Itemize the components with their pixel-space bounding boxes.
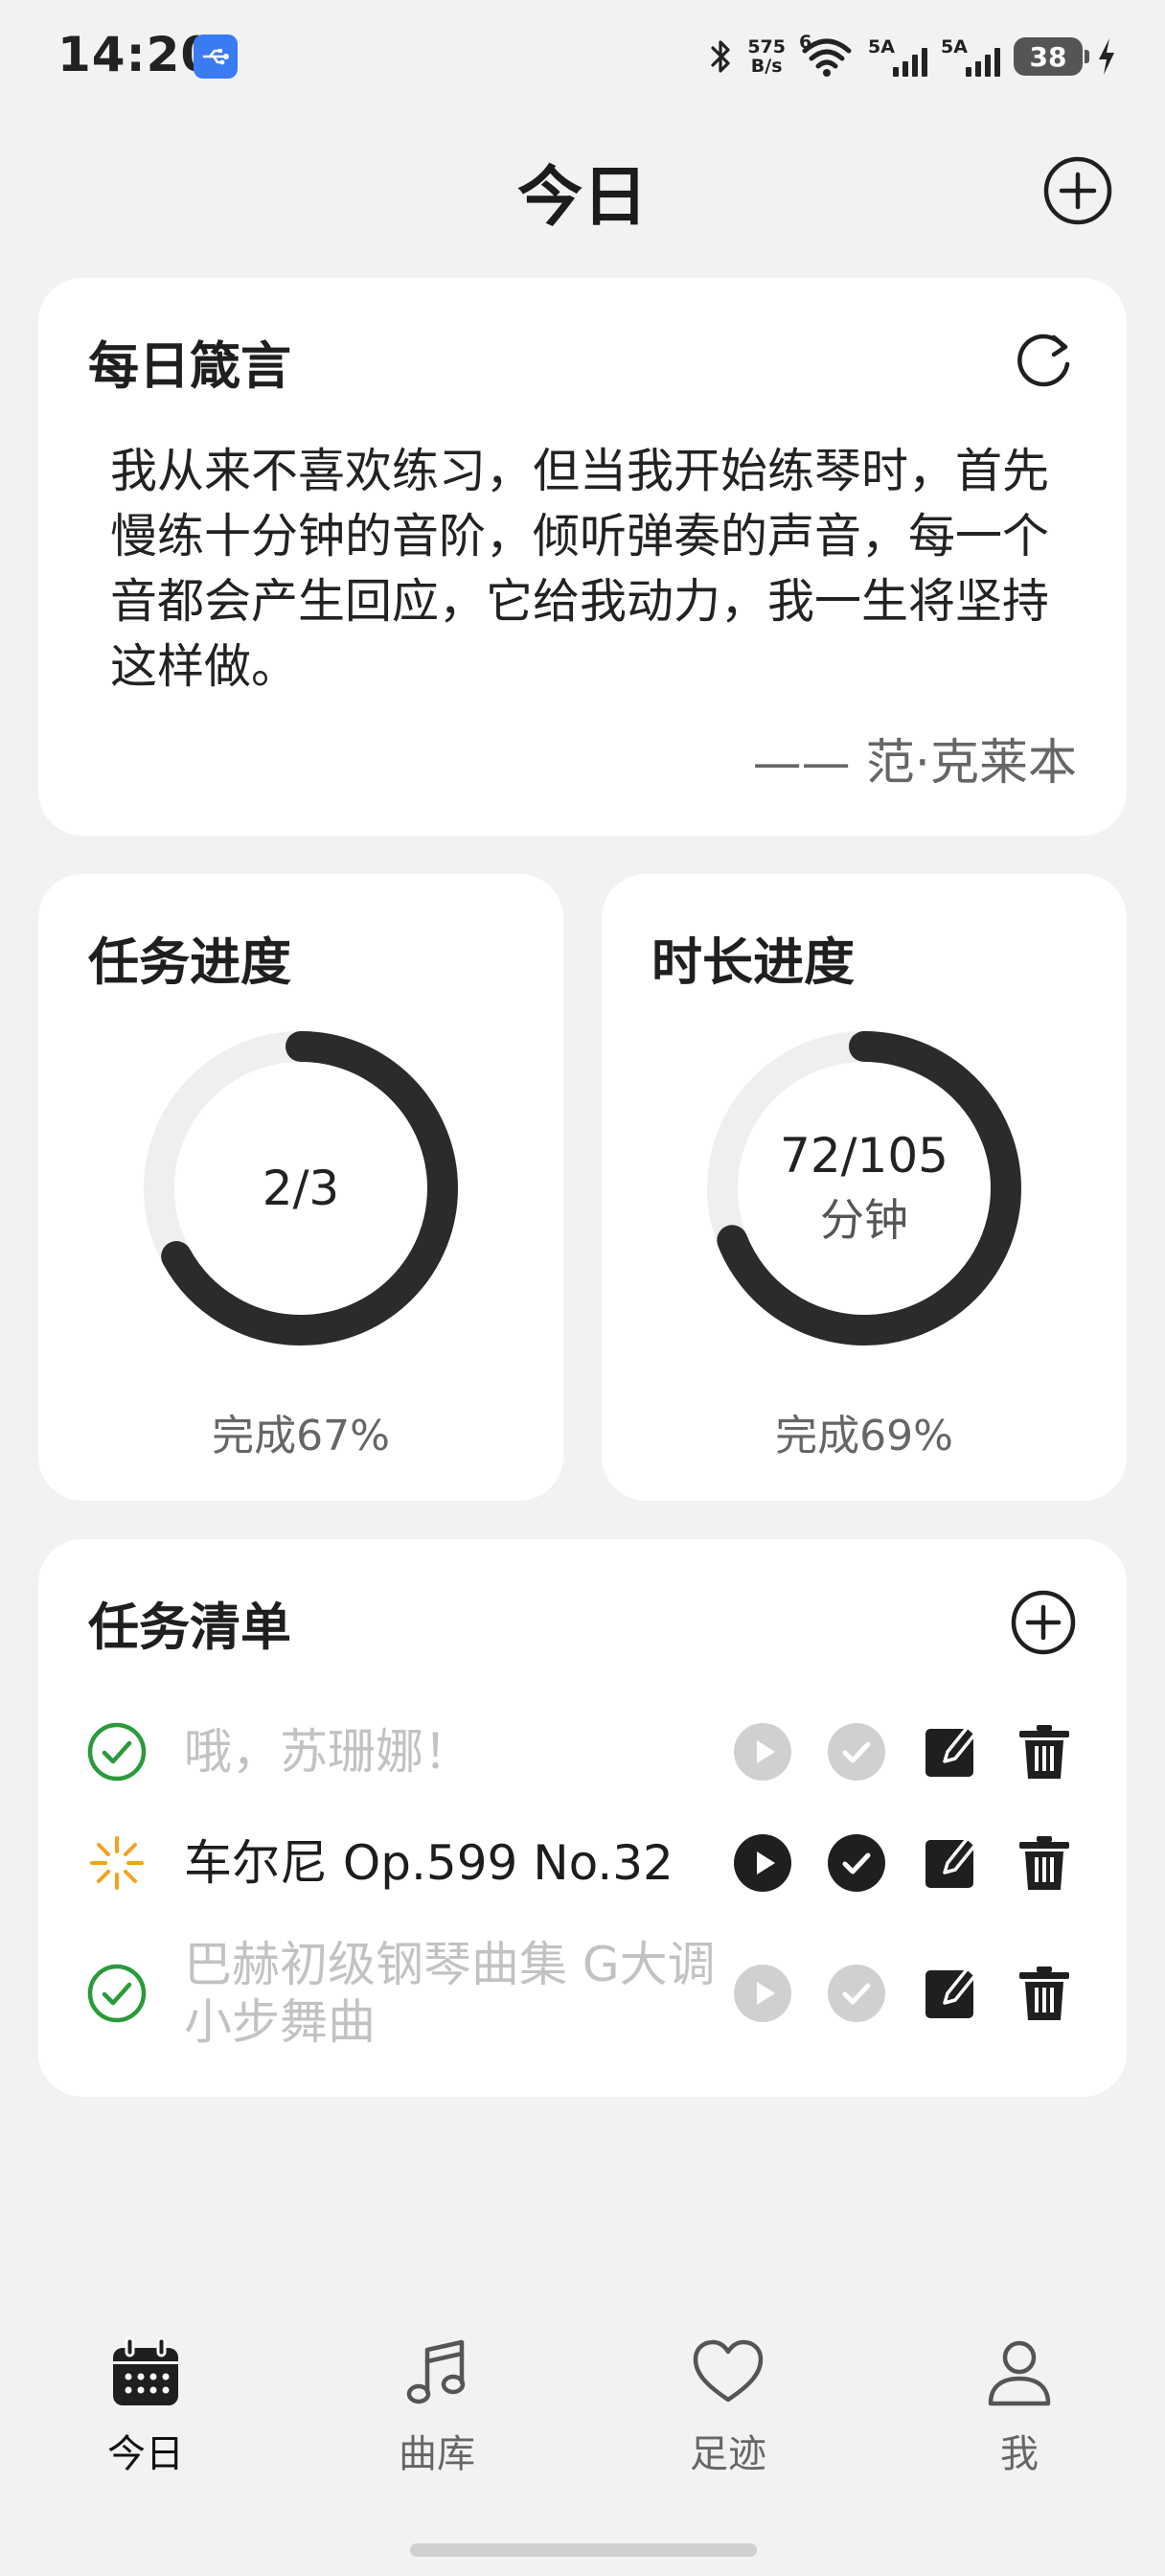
page-title: 今日 bbox=[516, 160, 648, 236]
edit-icon[interactable] bbox=[920, 1721, 981, 1782]
heart-icon bbox=[693, 2339, 764, 2403]
person-icon bbox=[988, 2340, 1051, 2406]
battery-level: 38 bbox=[1029, 40, 1067, 73]
play-icon[interactable] bbox=[732, 1721, 793, 1782]
home-indicator[interactable] bbox=[410, 2543, 757, 2557]
task-row[interactable]: 巴赫初级钢琴曲集 G大调小步舞曲 bbox=[38, 1926, 1127, 2060]
duration-progress-center: 72/105 分钟 bbox=[705, 1029, 1023, 1347]
quote-author: —— 范·克莱本 bbox=[752, 735, 1077, 792]
battery-icon: 38 bbox=[1014, 37, 1089, 76]
net-speed-value: 575 bbox=[747, 36, 786, 58]
task-name: 哦，苏珊娜！ bbox=[184, 1724, 471, 1780]
complete-icon[interactable] bbox=[826, 1721, 887, 1782]
refresh-button[interactable] bbox=[1010, 326, 1079, 395]
nav-label: 曲库 bbox=[399, 2432, 475, 2476]
plus-circle-icon bbox=[1043, 156, 1112, 225]
task-row[interactable]: 车尔尼 Op.599 No.32 bbox=[38, 1815, 1127, 1911]
duration-progress-value: 72/105 bbox=[780, 1128, 948, 1184]
duration-progress-unit: 分钟 bbox=[820, 1194, 908, 1246]
task-name: 巴赫初级钢琴曲集 G大调小步舞曲 bbox=[184, 1937, 716, 2050]
bottom-nav: 今日 曲库 足迹 我 bbox=[0, 2319, 1165, 2492]
nav-label: 我 bbox=[1000, 2432, 1039, 2476]
task-progress-card: 任务进度 2/3 完成67% bbox=[38, 874, 563, 1501]
check-circle-icon bbox=[87, 1722, 147, 1782]
signal-icon: 5A bbox=[941, 36, 1000, 77]
task-progress-value: 2/3 bbox=[262, 1161, 340, 1216]
charging-icon bbox=[1099, 38, 1114, 75]
complete-icon[interactable] bbox=[826, 1963, 887, 2024]
nav-item-library[interactable]: 曲库 bbox=[341, 2336, 533, 2490]
nav-item-footprints[interactable]: 足迹 bbox=[632, 2336, 824, 2490]
add-button[interactable] bbox=[1042, 155, 1113, 226]
status-icons: 575 B/s 6 5A 5A 38 bbox=[709, 32, 1117, 79]
usb-icon bbox=[194, 34, 238, 79]
nav-item-me[interactable]: 我 bbox=[924, 2336, 1115, 2490]
task-name: 车尔尼 Op.599 No.32 bbox=[184, 1835, 674, 1891]
nav-label: 足迹 bbox=[690, 2432, 766, 2476]
nav-label: 今日 bbox=[107, 2432, 184, 2476]
duration-progress-title: 时长进度 bbox=[651, 933, 855, 992]
add-task-button[interactable] bbox=[1010, 1589, 1077, 1656]
daily-quote-card: 每日箴言 我从来不喜欢练习，但当我开始练琴时，首先慢练十分钟的音阶，倾听弹奏的声… bbox=[38, 278, 1127, 836]
wifi-icon: 6 bbox=[799, 32, 855, 78]
play-icon[interactable] bbox=[732, 1832, 793, 1894]
delete-icon[interactable] bbox=[1014, 1832, 1075, 1894]
check-circle-icon bbox=[87, 1964, 147, 2023]
quote-title: 每日箴言 bbox=[88, 337, 291, 396]
status-time: 14:20 bbox=[57, 27, 216, 82]
music-note-icon bbox=[406, 2339, 466, 2404]
edit-icon[interactable] bbox=[920, 1963, 981, 2024]
status-bar: 14:20 575 B/s 6 5A 5A 38 bbox=[0, 0, 1165, 113]
wifi-badge: 6 bbox=[799, 32, 812, 53]
task-progress-title: 任务进度 bbox=[88, 933, 291, 992]
quote-text: 我从来不喜欢练习，但当我开始练琴时，首先慢练十分钟的音阶，倾听弹奏的声音，每一个… bbox=[110, 444, 1050, 694]
task-list-card: 任务清单 哦，苏珊娜！ 车尔尼 Op.599 No.32 巴赫初级钢琴曲集 G大 bbox=[38, 1539, 1127, 2097]
edit-icon[interactable] bbox=[920, 1832, 981, 1894]
plus-circle-icon bbox=[1011, 1590, 1076, 1655]
task-list-title: 任务清单 bbox=[88, 1598, 291, 1657]
delete-icon[interactable] bbox=[1014, 1963, 1075, 2024]
duration-progress-card: 时长进度 72/105 分钟 完成69% bbox=[602, 874, 1127, 1501]
duration-progress-caption: 完成69% bbox=[775, 1412, 953, 1460]
signal-icon: 5A bbox=[868, 36, 927, 77]
play-icon[interactable] bbox=[732, 1963, 793, 2024]
refresh-icon bbox=[1017, 334, 1070, 387]
nav-item-today[interactable]: 今日 bbox=[50, 2336, 241, 2490]
calendar-icon bbox=[113, 2336, 178, 2405]
net-speed: 575 B/s bbox=[747, 37, 786, 76]
net-speed-unit: B/s bbox=[750, 56, 783, 77]
bluetooth-icon bbox=[711, 40, 730, 73]
task-row[interactable]: 哦，苏珊娜！ bbox=[38, 1704, 1127, 1800]
task-progress-center: 2/3 bbox=[142, 1029, 460, 1347]
task-progress-caption: 完成67% bbox=[212, 1412, 390, 1460]
in-progress-icon bbox=[90, 1836, 144, 1890]
delete-icon[interactable] bbox=[1014, 1721, 1075, 1782]
signal-label: 5A bbox=[941, 36, 968, 58]
complete-icon[interactable] bbox=[826, 1832, 887, 1894]
signal-label: 5A bbox=[868, 36, 895, 58]
